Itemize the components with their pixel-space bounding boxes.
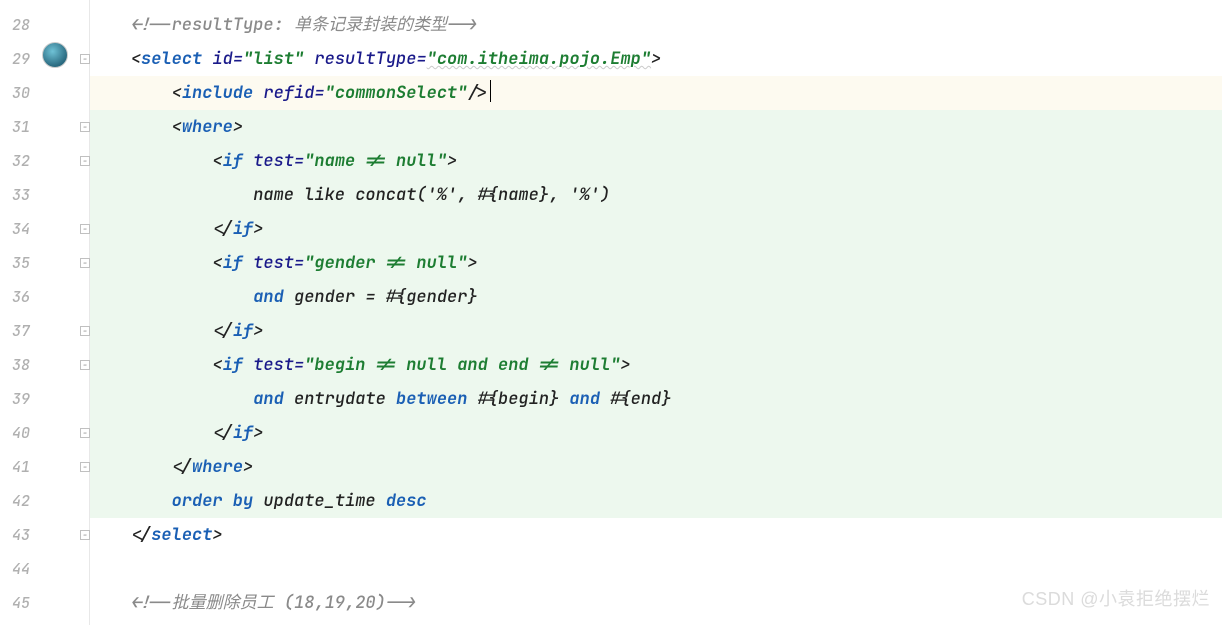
xml-tag: where — [192, 456, 243, 478]
fold-icon[interactable]: - — [80, 428, 90, 438]
code-line[interactable]: and gender = #{gender} — [90, 280, 1222, 314]
editor-root: 28 29- 30 31- 32- 33 34- 35- 36 37- 38- … — [0, 0, 1222, 625]
line-number: 37- — [0, 314, 89, 348]
code-line[interactable]: <select id="list" resultType="com.itheim… — [90, 42, 1222, 76]
code-line[interactable]: and entrydate between #{begin} and #{end… — [90, 382, 1222, 416]
line-number: 28 — [0, 8, 89, 42]
code-line[interactable]: </if> — [90, 314, 1222, 348]
code-line[interactable]: order by update_time desc — [90, 484, 1222, 518]
fold-icon[interactable]: - — [80, 530, 90, 540]
xml-tag: select — [151, 524, 212, 546]
line-number: 41- — [0, 450, 89, 484]
line-number: 31- — [0, 110, 89, 144]
xml-tag: select — [141, 48, 202, 70]
code-line[interactable]: </if> — [90, 416, 1222, 450]
code-line[interactable]: <if test="gender != null"> — [90, 246, 1222, 280]
code-line[interactable]: <where> — [90, 110, 1222, 144]
code-line[interactable]: <!--resultType: 单条记录封装的类型--> — [90, 8, 1222, 42]
fold-icon[interactable]: - — [80, 122, 90, 132]
line-number: 33 — [0, 178, 89, 212]
fold-icon[interactable]: - — [80, 156, 90, 166]
line-number: 40- — [0, 416, 89, 450]
code-line[interactable]: name like concat('%', #{name}, '%') — [90, 178, 1222, 212]
watermark-text: CSDN @小袁拒绝摆烂 — [1022, 585, 1210, 611]
fold-icon[interactable]: - — [80, 54, 90, 64]
xml-comment: <!--批量删除员工 (18,19,20)--> — [131, 592, 417, 614]
code-line[interactable]: <if test="name != null"> — [90, 144, 1222, 178]
xml-tag: if — [233, 218, 253, 240]
line-number: 44 — [0, 552, 89, 586]
code-line-active[interactable]: <include refid="commonSelect"/> — [90, 76, 1222, 110]
line-number: 34- — [0, 212, 89, 246]
fold-icon[interactable]: - — [80, 224, 90, 234]
fold-icon[interactable]: - — [80, 258, 90, 268]
fold-icon[interactable]: - — [80, 462, 90, 472]
code-line[interactable]: </if> — [90, 212, 1222, 246]
code-line[interactable]: <if test="begin != null and end != null"… — [90, 348, 1222, 382]
line-number: 43- — [0, 518, 89, 552]
fold-icon[interactable]: - — [80, 360, 90, 370]
xml-tag: if — [233, 320, 253, 342]
line-number: 39 — [0, 382, 89, 416]
xml-tag: where — [182, 116, 233, 138]
code-line[interactable]: </where> — [90, 450, 1222, 484]
line-number: 32- — [0, 144, 89, 178]
line-number: 42 — [0, 484, 89, 518]
gutter: 28 29- 30 31- 32- 33 34- 35- 36 37- 38- … — [0, 0, 90, 625]
line-number: 38- — [0, 348, 89, 382]
code-line[interactable] — [90, 552, 1222, 586]
line-number: 45 — [0, 586, 89, 620]
fold-icon[interactable]: - — [80, 326, 90, 336]
xml-tag: if — [223, 252, 243, 274]
annotation-avatar-icon — [42, 42, 68, 68]
line-number: 35- — [0, 246, 89, 280]
code-line[interactable]: </select> — [90, 518, 1222, 552]
code-area[interactable]: <!--resultType: 单条记录封装的类型--> <select id=… — [90, 0, 1222, 625]
text-caret — [490, 80, 491, 102]
line-number: 30 — [0, 76, 89, 110]
xml-comment: <!--resultType: 单条记录封装的类型--> — [131, 14, 478, 36]
xml-tag: if — [233, 422, 253, 444]
xml-tag: if — [223, 150, 243, 172]
line-number: 36 — [0, 280, 89, 314]
xml-tag: include — [182, 82, 253, 104]
xml-tag: if — [223, 354, 243, 376]
